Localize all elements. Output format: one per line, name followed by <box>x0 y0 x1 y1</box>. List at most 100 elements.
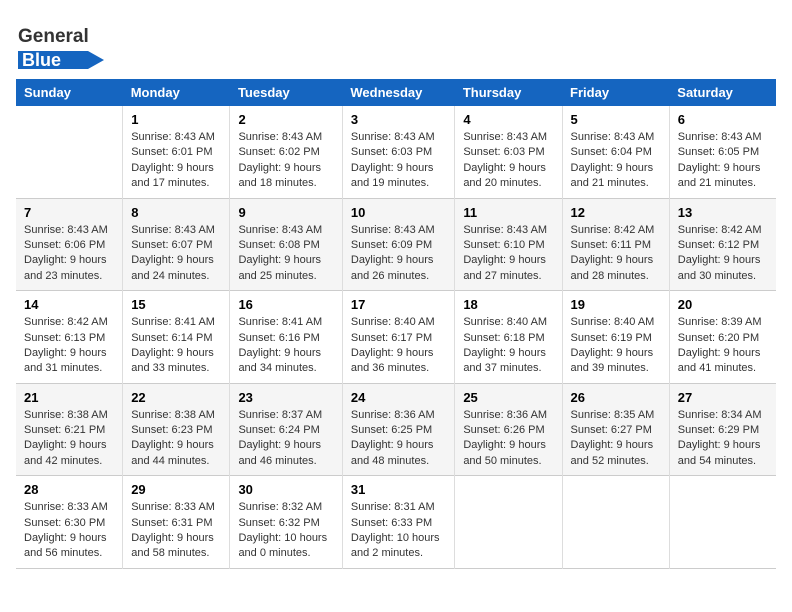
day-number: 31 <box>351 482 446 497</box>
day-content: Sunrise: 8:43 AM Sunset: 6:07 PM Dayligh… <box>131 223 221 285</box>
day-number: 10 <box>351 205 446 220</box>
day-content: Sunrise: 8:36 AM Sunset: 6:26 PM Dayligh… <box>463 408 553 470</box>
day-content: Sunrise: 8:43 AM Sunset: 6:03 PM Dayligh… <box>463 130 553 192</box>
calendar-week-row: 7Sunrise: 8:43 AM Sunset: 6:06 PM Daylig… <box>16 198 776 291</box>
logo: General Blue <box>16 16 136 71</box>
calendar-cell: 7Sunrise: 8:43 AM Sunset: 6:06 PM Daylig… <box>16 198 123 291</box>
calendar-table: SundayMondayTuesdayWednesdayThursdayFrid… <box>16 79 776 569</box>
weekday-header-row: SundayMondayTuesdayWednesdayThursdayFrid… <box>16 79 776 106</box>
calendar-cell: 4 Sunrise: 8:43 AM Sunset: 6:03 PM Daylig… <box>455 106 562 198</box>
calendar-cell: 3Sunrise: 8:43 AM Sunset: 6:03 PM Daylig… <box>342 106 454 198</box>
day-content: Sunrise: 8:43 AM Sunset: 6:01 PM Dayligh… <box>131 130 221 192</box>
day-number: 16 <box>238 297 333 312</box>
calendar-cell: 28 Sunrise: 8:33 AM Sunset: 6:30 PM Dayli… <box>16 476 123 569</box>
calendar-cell: 2 Sunrise: 8:43 AM Sunset: 6:02 PM Daylig… <box>230 106 342 198</box>
day-number: 28 <box>24 482 114 497</box>
day-number: 8 <box>131 205 221 220</box>
calendar-cell: 5 Sunrise: 8:43 AM Sunset: 6:04 PM Daylig… <box>562 106 669 198</box>
day-content: Sunrise: 8:38 AM Sunset: 6:21 PM Dayligh… <box>24 408 114 470</box>
calendar-cell: 25 Sunrise: 8:36 AM Sunset: 6:26 PM Dayli… <box>455 383 562 476</box>
day-content: Sunrise: 8:34 AM Sunset: 6:29 PM Dayligh… <box>678 408 768 470</box>
day-content: Sunrise: 8:33 AM Sunset: 6:30 PM Dayligh… <box>24 500 114 562</box>
weekday-header: Friday <box>562 79 669 106</box>
svg-text:General: General <box>18 26 89 47</box>
day-content: Sunrise: 8:42 AM Sunset: 6:13 PM Dayligh… <box>24 315 114 377</box>
calendar-cell: 11Sunrise: 8:43 AM Sunset: 6:10 PM Dayli… <box>455 198 562 291</box>
weekday-header: Wednesday <box>342 79 454 106</box>
day-content: Sunrise: 8:39 AM Sunset: 6:20 PM Dayligh… <box>678 315 768 377</box>
calendar-week-row: 1Sunrise: 8:43 AM Sunset: 6:01 PM Daylig… <box>16 106 776 198</box>
day-number: 25 <box>463 390 553 405</box>
calendar-week-row: 14 Sunrise: 8:42 AM Sunset: 6:13 PM Dayli… <box>16 291 776 384</box>
calendar-cell: 14 Sunrise: 8:42 AM Sunset: 6:13 PM Dayli… <box>16 291 123 384</box>
day-content: Sunrise: 8:36 AM Sunset: 6:25 PM Dayligh… <box>351 408 446 470</box>
day-content: Sunrise: 8:40 AM Sunset: 6:17 PM Dayligh… <box>351 315 446 377</box>
day-content: Sunrise: 8:40 AM Sunset: 6:18 PM Dayligh… <box>463 315 553 377</box>
day-number: 9 <box>238 205 333 220</box>
calendar-cell: 19Sunrise: 8:40 AM Sunset: 6:19 PM Dayli… <box>562 291 669 384</box>
day-number: 23 <box>238 390 333 405</box>
page-header: General Blue <box>16 16 776 71</box>
calendar-cell <box>562 476 669 569</box>
day-number: 6 <box>678 112 768 127</box>
day-number: 2 <box>238 112 333 127</box>
day-number: 18 <box>463 297 553 312</box>
day-content: Sunrise: 8:43 AM Sunset: 6:08 PM Dayligh… <box>238 223 333 285</box>
day-content: Sunrise: 8:43 AM Sunset: 6:05 PM Dayligh… <box>678 130 768 192</box>
day-number: 29 <box>131 482 221 497</box>
day-content: Sunrise: 8:41 AM Sunset: 6:14 PM Dayligh… <box>131 315 221 377</box>
day-number: 24 <box>351 390 446 405</box>
day-number: 21 <box>24 390 114 405</box>
calendar-cell: 12Sunrise: 8:42 AM Sunset: 6:11 PM Dayli… <box>562 198 669 291</box>
day-number: 30 <box>238 482 333 497</box>
calendar-cell: 20Sunrise: 8:39 AM Sunset: 6:20 PM Dayli… <box>669 291 776 384</box>
day-content: Sunrise: 8:41 AM Sunset: 6:16 PM Dayligh… <box>238 315 333 377</box>
logo-svg: General Blue <box>16 16 136 71</box>
day-number: 26 <box>571 390 661 405</box>
day-content: Sunrise: 8:43 AM Sunset: 6:06 PM Dayligh… <box>24 223 114 285</box>
calendar-cell: 30 Sunrise: 8:32 AM Sunset: 6:32 PM Dayli… <box>230 476 342 569</box>
day-content: Sunrise: 8:43 AM Sunset: 6:04 PM Dayligh… <box>571 130 661 192</box>
calendar-cell: 21 Sunrise: 8:38 AM Sunset: 6:21 PM Dayli… <box>16 383 123 476</box>
day-content: Sunrise: 8:43 AM Sunset: 6:02 PM Dayligh… <box>238 130 333 192</box>
day-number: 17 <box>351 297 446 312</box>
day-number: 27 <box>678 390 768 405</box>
calendar-cell: 31Sunrise: 8:31 AM Sunset: 6:33 PM Dayli… <box>342 476 454 569</box>
calendar-cell: 26 Sunrise: 8:35 AM Sunset: 6:27 PM Dayli… <box>562 383 669 476</box>
weekday-header: Monday <box>123 79 230 106</box>
calendar-cell: 18 Sunrise: 8:40 AM Sunset: 6:18 PM Dayli… <box>455 291 562 384</box>
calendar-cell <box>16 106 123 198</box>
day-number: 22 <box>131 390 221 405</box>
calendar-cell: 23 Sunrise: 8:37 AM Sunset: 6:24 PM Dayli… <box>230 383 342 476</box>
calendar-cell: 8 Sunrise: 8:43 AM Sunset: 6:07 PM Daylig… <box>123 198 230 291</box>
day-number: 3 <box>351 112 446 127</box>
calendar-cell: 24 Sunrise: 8:36 AM Sunset: 6:25 PM Dayli… <box>342 383 454 476</box>
calendar-cell <box>669 476 776 569</box>
day-content: Sunrise: 8:37 AM Sunset: 6:24 PM Dayligh… <box>238 408 333 470</box>
weekday-header: Thursday <box>455 79 562 106</box>
day-number: 4 <box>463 112 553 127</box>
calendar-cell: 6 Sunrise: 8:43 AM Sunset: 6:05 PM Daylig… <box>669 106 776 198</box>
day-number: 19 <box>571 297 661 312</box>
calendar-cell: 17 Sunrise: 8:40 AM Sunset: 6:17 PM Dayli… <box>342 291 454 384</box>
calendar-cell: 27 Sunrise: 8:34 AM Sunset: 6:29 PM Dayli… <box>669 383 776 476</box>
day-number: 15 <box>131 297 221 312</box>
calendar-cell: 1Sunrise: 8:43 AM Sunset: 6:01 PM Daylig… <box>123 106 230 198</box>
day-number: 5 <box>571 112 661 127</box>
weekday-header: Saturday <box>669 79 776 106</box>
day-number: 14 <box>24 297 114 312</box>
weekday-header: Tuesday <box>230 79 342 106</box>
calendar-cell: 15 Sunrise: 8:41 AM Sunset: 6:14 PM Dayli… <box>123 291 230 384</box>
calendar-cell: 13Sunrise: 8:42 AM Sunset: 6:12 PM Dayli… <box>669 198 776 291</box>
calendar-cell: 29 Sunrise: 8:33 AM Sunset: 6:31 PM Dayli… <box>123 476 230 569</box>
calendar-cell <box>455 476 562 569</box>
day-content: Sunrise: 8:33 AM Sunset: 6:31 PM Dayligh… <box>131 500 221 562</box>
calendar-cell: 10Sunrise: 8:43 AM Sunset: 6:09 PM Dayli… <box>342 198 454 291</box>
day-content: Sunrise: 8:42 AM Sunset: 6:12 PM Dayligh… <box>678 223 768 285</box>
calendar-week-row: 28 Sunrise: 8:33 AM Sunset: 6:30 PM Dayli… <box>16 476 776 569</box>
day-content: Sunrise: 8:38 AM Sunset: 6:23 PM Dayligh… <box>131 408 221 470</box>
day-content: Sunrise: 8:42 AM Sunset: 6:11 PM Dayligh… <box>571 223 661 285</box>
day-content: Sunrise: 8:32 AM Sunset: 6:32 PM Dayligh… <box>238 500 333 562</box>
day-content: Sunrise: 8:35 AM Sunset: 6:27 PM Dayligh… <box>571 408 661 470</box>
svg-text:Blue: Blue <box>22 50 61 70</box>
